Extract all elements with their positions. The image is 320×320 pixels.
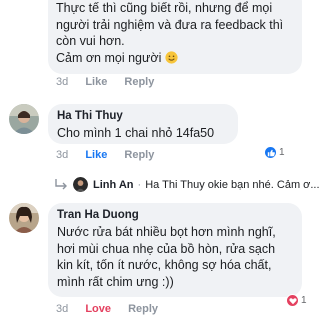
comment-line: kin kít, tốn ít nước, không sợ hóa chất, <box>57 258 272 272</box>
avatar <box>73 177 88 192</box>
comment-line: Cảm ơn mọi người <box>56 50 283 67</box>
reaction-count: 1 <box>279 147 285 158</box>
comment-line: người trải nghiệm và đưa ra feedback thì <box>56 17 284 32</box>
love-button[interactable]: Love <box>85 303 111 315</box>
reaction-badge[interactable]: 1 <box>286 294 307 307</box>
reply-author[interactable]: Linh An <box>93 179 134 191</box>
comment-bubble: Ha Thi Thuy Cho mình 1 chai nhỏ 14fa50 <box>48 104 238 144</box>
comment-text: Thực tế thì cũng biết rồi, nhưng để mọi … <box>56 0 283 66</box>
comment-line-text: Cảm ơn mọi người <box>56 50 162 65</box>
comment-text: Cho mình 1 chai nhỏ 14fa50 <box>57 126 215 140</box>
comment-author[interactable]: Ha Thi Thuy <box>57 110 123 122</box>
like-button[interactable]: Like <box>85 149 107 161</box>
comment-timestamp: 3d <box>56 303 69 315</box>
reply-arrow-icon <box>55 178 67 189</box>
comment-line: còn vui hơn. <box>56 34 125 48</box>
comment-text: Nước rửa bát nhiều bọt hơn mình nghĩ, hơ… <box>57 224 276 290</box>
reply-text: Ha Thi Thuy okie bạn nhé. Cảm ơ... <box>145 178 320 191</box>
avatar-photo <box>9 104 39 134</box>
comment-timestamp: 3d <box>56 149 69 161</box>
smiling-face-icon <box>165 50 178 64</box>
comment-actions: 3d Like Reply <box>56 76 168 88</box>
comment-timestamp: 3d <box>56 76 69 88</box>
comment-actions: 3d Love Reply <box>56 303 172 315</box>
like-icon <box>264 146 277 159</box>
heart-icon <box>286 294 299 307</box>
avatar[interactable] <box>9 203 39 233</box>
reply-button[interactable]: Reply <box>128 303 158 315</box>
reply-button[interactable]: Reply <box>124 76 154 88</box>
reaction-badge[interactable]: 1 <box>264 146 285 159</box>
avatar[interactable] <box>9 104 39 134</box>
comment-author[interactable]: Tran Ha Duong <box>57 209 139 221</box>
comment-bubble: Thực tế thì cũng biết rồi, nhưng để mọi … <box>48 0 302 74</box>
reply-button[interactable]: Reply <box>124 149 154 161</box>
avatar-photo <box>9 203 39 233</box>
reply-preview[interactable]: Linh An · Ha Thi Thuy okie bạn nhé. Cảm … <box>54 177 320 192</box>
comment-line: hơi mùi chua nhẹ của bồ hòn, rửa sạch <box>57 241 276 256</box>
dot-separator: · <box>137 178 142 191</box>
reaction-count: 1 <box>301 295 307 306</box>
comment-actions: 3d Like Reply <box>56 149 168 161</box>
comment-bubble: Tran Ha Duong Nước rửa bát nhiều bọt hơn… <box>48 203 302 297</box>
like-button[interactable]: Like <box>85 76 107 88</box>
comment-line: Thực tế thì cũng biết rồi, nhưng để mọi <box>56 1 273 15</box>
comment-line: mình rất chim ưng :)) <box>57 274 174 289</box>
comment-line: Nước rửa bát nhiều bọt hơn mình nghĩ, <box>57 225 276 239</box>
